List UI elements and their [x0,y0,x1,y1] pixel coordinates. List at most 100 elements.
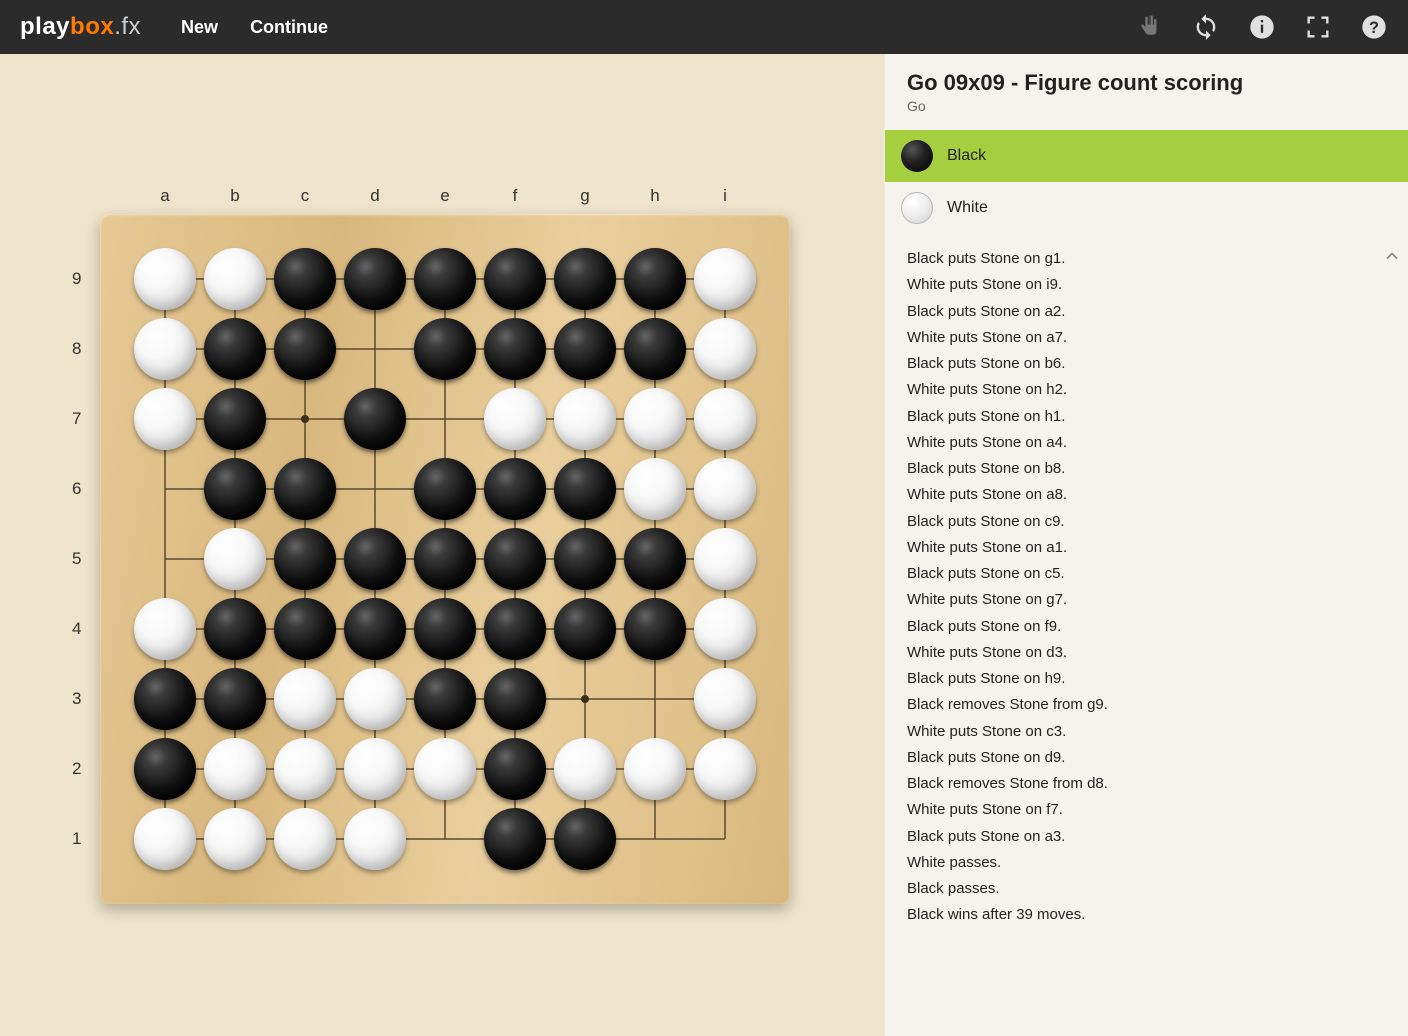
row-label: 2 [72,759,81,779]
black-stone[interactable] [274,248,336,310]
black-stone[interactable] [484,528,546,590]
white-stone[interactable] [694,248,756,310]
side-panel: Go 09x09 - Figure count scoring Go Black… [884,54,1408,1036]
black-stone[interactable] [274,458,336,520]
help-icon[interactable]: ? [1360,13,1388,41]
white-stone[interactable] [344,738,406,800]
app-logo: playbox.fx [20,13,141,41]
black-stone[interactable] [624,598,686,660]
log-entry: Black puts Stone on c5. [907,561,1398,587]
white-stone[interactable] [274,738,336,800]
black-stone[interactable] [344,248,406,310]
white-stone[interactable] [134,318,196,380]
go-board[interactable] [100,214,790,904]
white-stone[interactable] [344,808,406,870]
black-stone[interactable] [134,668,196,730]
white-stone[interactable] [204,808,266,870]
nav-links: New Continue [181,17,328,38]
black-stone[interactable] [554,808,616,870]
white-stone[interactable] [344,668,406,730]
white-stone[interactable] [554,388,616,450]
white-stone[interactable] [134,388,196,450]
black-stone[interactable] [344,528,406,590]
white-stone[interactable] [204,738,266,800]
player-row-white[interactable]: White [885,182,1408,234]
nav-new[interactable]: New [181,17,218,38]
log-entry: Black puts Stone on b6. [907,351,1398,377]
black-stone[interactable] [484,598,546,660]
row-label: 1 [72,829,81,849]
white-stone[interactable] [484,388,546,450]
log-entry: White puts Stone on i9. [907,272,1398,298]
white-stone[interactable] [274,668,336,730]
black-stone[interactable] [484,248,546,310]
white-stone[interactable] [204,248,266,310]
black-stone[interactable] [204,388,266,450]
black-stone[interactable] [414,668,476,730]
move-log[interactable]: Black puts Stone on g1.White puts Stone … [907,246,1398,1036]
black-stone[interactable] [624,318,686,380]
log-entry: White puts Stone on a8. [907,482,1398,508]
black-stone[interactable] [624,528,686,590]
black-stone[interactable] [554,528,616,590]
black-stone[interactable] [414,598,476,660]
white-stone[interactable] [274,808,336,870]
log-entry: Black passes. [907,876,1398,902]
white-stone[interactable] [624,738,686,800]
player-row-black[interactable]: Black [885,130,1408,182]
log-entry: Black removes Stone from g9. [907,692,1398,718]
log-entry: Black puts Stone on h9. [907,666,1398,692]
black-stone[interactable] [204,458,266,520]
black-stone[interactable] [624,248,686,310]
white-stone[interactable] [694,738,756,800]
black-stone[interactable] [274,598,336,660]
black-stone[interactable] [344,388,406,450]
white-stone[interactable] [694,388,756,450]
white-stone[interactable] [624,388,686,450]
svg-text:?: ? [1369,19,1379,37]
refresh-icon[interactable] [1192,13,1220,41]
log-entry: White puts Stone on a1. [907,535,1398,561]
white-stone[interactable] [694,668,756,730]
white-stone[interactable] [414,738,476,800]
black-stone[interactable] [134,738,196,800]
info-icon[interactable] [1248,13,1276,41]
row-label: 3 [72,689,81,709]
hand-icon[interactable] [1136,13,1164,41]
white-stone[interactable] [694,598,756,660]
black-stone[interactable] [484,738,546,800]
white-stone[interactable] [694,458,756,520]
black-stone[interactable] [554,598,616,660]
white-stone[interactable] [694,528,756,590]
black-stone[interactable] [484,668,546,730]
black-stone[interactable] [414,458,476,520]
column-labels: abcdefghi [100,186,790,206]
black-stone[interactable] [484,458,546,520]
white-stone[interactable] [134,248,196,310]
black-stone[interactable] [414,318,476,380]
black-stone[interactable] [274,528,336,590]
black-stone[interactable] [414,248,476,310]
col-label: g [575,186,595,206]
nav-continue[interactable]: Continue [250,17,328,38]
white-stone[interactable] [694,318,756,380]
black-stone[interactable] [554,248,616,310]
white-stone[interactable] [134,598,196,660]
black-stone[interactable] [344,598,406,660]
black-stone[interactable] [204,668,266,730]
fullscreen-icon[interactable] [1304,13,1332,41]
white-stone[interactable] [624,458,686,520]
white-stone[interactable] [134,808,196,870]
black-stone[interactable] [554,458,616,520]
black-stone[interactable] [274,318,336,380]
black-stone[interactable] [484,808,546,870]
black-stone[interactable] [554,318,616,380]
black-stone[interactable] [204,598,266,660]
row-label: 9 [72,269,81,289]
white-stone[interactable] [204,528,266,590]
log-entry: Black puts Stone on d9. [907,745,1398,771]
black-stone[interactable] [204,318,266,380]
white-stone[interactable] [554,738,616,800]
black-stone[interactable] [484,318,546,380]
black-stone[interactable] [414,528,476,590]
